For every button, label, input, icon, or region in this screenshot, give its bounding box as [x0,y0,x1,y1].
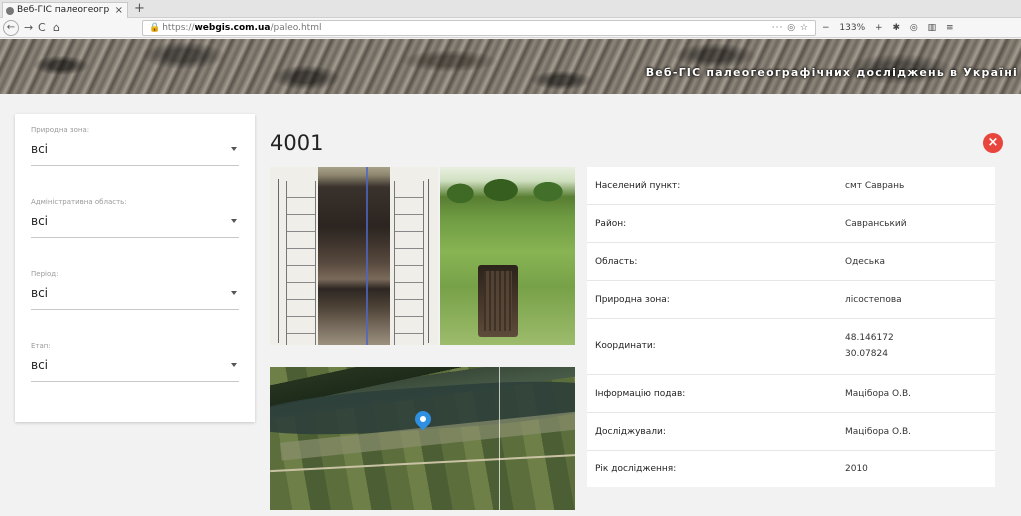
info-row: Інформацію подав: Мацібора О.В. [587,375,995,413]
horizon-scale-right [394,181,424,345]
natural-zone-label: Природна зона: [31,126,90,134]
info-key: Район: [595,219,627,229]
lock-icon: 🔒 [149,23,161,33]
info-value: Савранський [845,219,907,229]
satellite-map[interactable] [270,367,575,510]
info-value: 2010 [845,464,868,474]
depth-rule-right [428,179,432,343]
tree-line [440,173,575,207]
info-key: Досліджували: [595,427,666,437]
extension-icon[interactable]: ✱ [892,23,900,33]
info-row: Досліджували: Мацібора О.В. [587,413,995,451]
info-row: Область: Одеська [587,243,995,281]
info-value: Мацібора О.В. [845,389,912,399]
menu-icon[interactable]: ≡ [946,23,954,33]
extension-icon-2[interactable]: ◎ [910,23,918,33]
chevron-down-icon [231,219,237,223]
record-info-table: Населений пункт: смт Саврань Район: Савр… [587,167,995,487]
natural-zone-value: всі [31,142,49,156]
info-key: Населений пункт: [595,181,681,191]
depth-rule-left [278,179,282,343]
close-tab-icon[interactable]: × [115,3,123,18]
info-key: Рік дослідження: [595,464,677,474]
soil-section-photo [318,167,390,345]
region-select[interactable]: Адміністративна область: всі [31,198,239,238]
info-row: Природна зона: лісостепова [587,281,995,319]
reload-icon[interactable]: C [38,20,46,36]
url-scheme: https:// [162,23,195,33]
close-icon: × [987,135,999,150]
forward-arrow-icon[interactable]: → [24,20,33,36]
url-host: webgis.com.ua [194,23,271,33]
stage-label: Етап: [31,342,51,350]
map-gridline [499,367,500,510]
record-id: 4001 [270,131,324,155]
info-row: Населений пункт: смт Саврань [587,167,995,205]
info-value: лісостепова [845,295,902,305]
filter-panel: Природна зона: всі Адміністративна облас… [15,114,255,422]
new-tab-icon[interactable]: + [134,0,145,17]
zoom-out-icon[interactable]: − [822,23,830,33]
region-label: Адміністративна область: [31,198,127,206]
info-value: смт Саврань [845,181,905,191]
latitude-value: 48.146172 [845,333,894,343]
info-key: Природна зона: [595,295,670,305]
sidebar-icon[interactable]: ▥ [928,23,937,33]
back-arrow-icon[interactable]: ← [3,20,19,36]
info-key: Інформацію подав: [595,389,686,399]
region-value: всі [31,214,49,228]
site-header-banner: Веб-ГІС палеогеографічних досліджень в У… [0,39,1021,94]
period-select[interactable]: Період: всі [31,270,239,310]
close-record-button[interactable]: × [983,133,1003,153]
stage-select[interactable]: Етап: всі [31,342,239,382]
zoom-level[interactable]: 133% [839,23,865,33]
info-key: Область: [595,257,638,267]
info-key: Координати: [595,341,656,351]
info-row: Район: Савранський [587,205,995,243]
toolbar-right: − 133% + ✱ ◎ ▥ ≡ [822,20,1018,36]
stage-value: всі [31,358,49,372]
chevron-down-icon [231,291,237,295]
info-value: Мацібора О.В. [845,427,912,437]
natural-zone-select[interactable]: Природна зона: всі [31,126,239,166]
info-value: Одеська [845,257,886,267]
period-value: всі [31,286,49,300]
chevron-down-icon [231,363,237,367]
home-icon[interactable]: ⌂ [53,20,60,36]
tab-title: Веб-ГІС палеогеогр [17,5,110,15]
section-profile-image[interactable] [270,167,438,345]
info-row: Координати: 48.146172 30.07824 [587,319,995,375]
browser-nav-bar: ← → C ⌂ 🔒 https://webgis.com.ua/paleo.htm… [0,18,1021,38]
chevron-down-icon [231,147,237,151]
browser-tab[interactable]: Веб-ГІС палеогеогр × [2,2,128,18]
longitude-value: 30.07824 [845,349,888,359]
zoom-in-icon[interactable]: + [875,23,883,33]
outcrop-photo[interactable] [440,167,575,345]
excavation-pit [478,265,518,337]
site-title: Веб-ГІС палеогеографічних досліджень в У… [645,66,1018,79]
info-row: Рік дослідження: 2010 [587,451,995,487]
url-path: /paleo.html [270,23,322,33]
browser-tab-bar: Веб-ГІС палеогеогр × + [0,0,1021,18]
favicon-icon [6,7,14,15]
address-bar[interactable]: 🔒 https://webgis.com.ua/paleo.html ··· ◎ … [142,20,816,36]
period-label: Період: [31,270,59,278]
horizon-scale-left [286,181,316,345]
page-actions-icons[interactable]: ··· ◎ ☆ [772,21,809,35]
